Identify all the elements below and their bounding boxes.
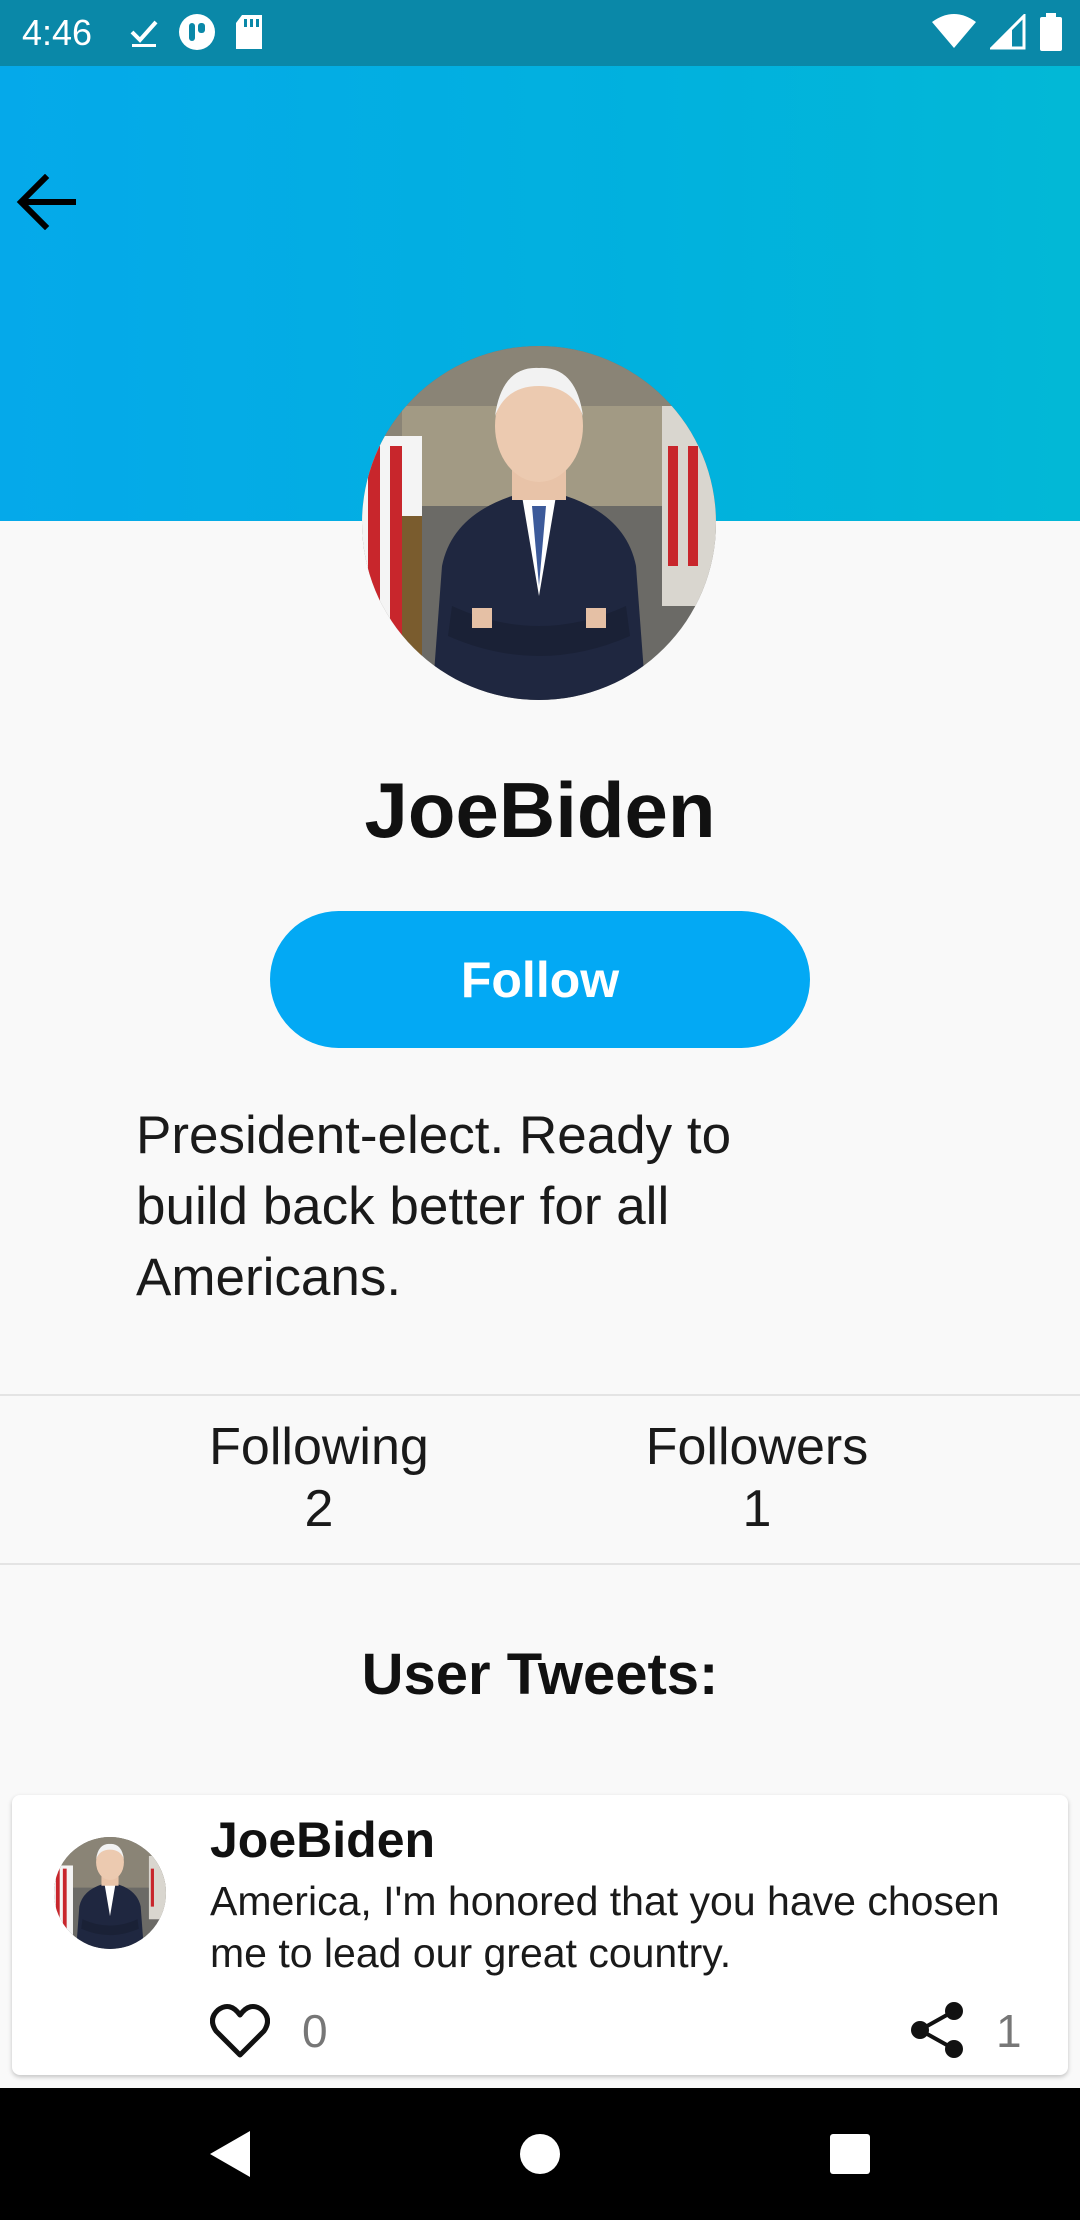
status-icons-left [128, 12, 264, 52]
profile-bio: President-elect. Ready to build back bet… [136, 1106, 732, 1307]
stats-top-divider [0, 1394, 1080, 1396]
following-label: Following [209, 1418, 429, 1476]
back-triangle-icon [210, 2131, 250, 2177]
nav-home-button[interactable] [502, 2116, 578, 2192]
followers-stat[interactable]: Followers 1 [607, 1416, 907, 1540]
tweet-text: America, I'm honored that you have chose… [210, 1878, 1000, 1976]
following-stat[interactable]: Following 2 [169, 1416, 469, 1540]
app-notification-icon [179, 14, 215, 50]
user-tweets-title: User Tweets: [361, 1642, 719, 1707]
home-circle-icon [520, 2134, 560, 2174]
stats-bottom-divider [0, 1563, 1080, 1565]
share-count: 1 [996, 2005, 1022, 2057]
back-button[interactable] [10, 166, 82, 238]
sd-card-icon [236, 15, 262, 49]
download-done-icon [130, 20, 158, 47]
tweet-author-name[interactable]: JoeBiden [210, 1809, 435, 1871]
status-icons-right [932, 12, 1062, 52]
battery-icon [1040, 13, 1062, 51]
system-nav-bar [0, 2088, 1080, 2220]
follow-button[interactable]: Follow [270, 911, 810, 1048]
share-icon[interactable] [908, 2001, 966, 2059]
arrow-back-icon [16, 174, 76, 230]
followers-label: Followers [645, 1418, 869, 1476]
status-bar: 4:46 [0, 0, 1080, 66]
followers-count: 1 [742, 1480, 772, 1538]
wifi-icon [932, 14, 976, 48]
cell-signal-icon [990, 14, 1026, 50]
like-count: 0 [302, 2005, 328, 2057]
recents-square-icon [830, 2134, 870, 2174]
following-count: 2 [304, 1480, 334, 1538]
tweet-author-avatar[interactable] [54, 1837, 166, 1949]
nav-recents-button[interactable] [812, 2116, 888, 2192]
status-time: 4:46 [22, 12, 93, 53]
tweet-card[interactable]: JoeBiden America, I'm honored that you h… [12, 1795, 1068, 2075]
nav-back-button[interactable] [192, 2116, 268, 2192]
profile-name: JoeBiden [364, 766, 716, 854]
heart-icon[interactable] [210, 2003, 270, 2059]
profile-avatar [362, 346, 716, 700]
